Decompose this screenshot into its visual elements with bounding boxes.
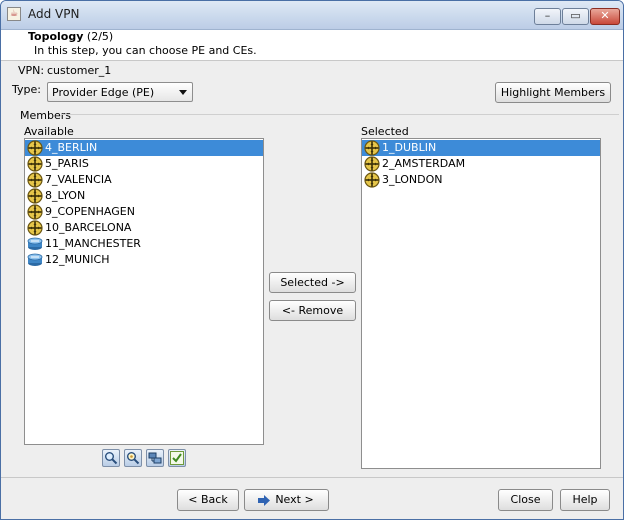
list-item-label: 5_PARIS — [45, 157, 89, 170]
pe-router-icon — [27, 156, 43, 172]
step-title: Topology (2/5) — [28, 30, 114, 43]
step-description: In this step, you can choose PE and CEs. — [34, 44, 257, 57]
pe-router-icon — [27, 188, 43, 204]
list-item[interactable]: 10_BARCELONA — [25, 220, 263, 236]
next-button[interactable]: Next > — [244, 489, 329, 511]
ce-router-icon — [27, 236, 43, 252]
list-item-label: 1_DUBLIN — [382, 141, 437, 154]
list-item-label: 7_VALENCIA — [45, 173, 112, 186]
pe-router-icon — [364, 140, 380, 156]
back-button[interactable]: < Back — [177, 489, 239, 511]
type-label: Type: — [12, 83, 41, 96]
maximize-button[interactable]: ▭ — [562, 8, 589, 25]
java-app-icon: ☕ — [7, 7, 21, 21]
selected-label: Selected — [361, 125, 409, 138]
list-item[interactable]: 8_LYON — [25, 188, 263, 204]
find-icon[interactable] — [102, 449, 120, 467]
list-item[interactable]: 12_MUNICH — [25, 252, 263, 268]
list-item-label: 12_MUNICH — [45, 253, 110, 266]
list-item-label: 3_LONDON — [382, 173, 443, 186]
list-item[interactable]: 7_VALENCIA — [25, 172, 263, 188]
next-button-label: Next > — [275, 493, 314, 506]
members-divider — [61, 114, 619, 115]
type-select[interactable]: Provider Edge (PE) — [47, 82, 193, 102]
footer-divider — [1, 477, 623, 478]
wizard-header: Topology (2/5) In this step, you can cho… — [1, 30, 623, 61]
add-selected-button[interactable]: Selected -> — [269, 272, 356, 293]
list-item-label: 10_BARCELONA — [45, 221, 132, 234]
pe-router-icon — [27, 204, 43, 220]
members-group-label: Members — [20, 109, 71, 122]
list-item-label: 2_AMSTERDAM — [382, 157, 466, 170]
available-list[interactable]: 4_BERLIN 5_PARIS 7_VALENCIA 8_LYON 9_COPENHA… — [24, 138, 264, 445]
list-item[interactable]: 3_LONDON — [362, 172, 600, 188]
selected-list[interactable]: 1_DUBLIN 2_AMSTERDAM 3_LONDON — [361, 138, 601, 469]
title-bar[interactable]: ☕ Add VPN – ▭ ✕ — [1, 1, 623, 30]
list-item[interactable]: 2_AMSTERDAM — [362, 156, 600, 172]
list-item-label: 8_LYON — [45, 189, 86, 202]
list-item[interactable]: 1_DUBLIN — [362, 140, 600, 156]
pe-router-icon — [364, 156, 380, 172]
pe-router-icon — [27, 220, 43, 236]
check-icon[interactable] — [168, 449, 186, 467]
list-item-label: 11_MANCHESTER — [45, 237, 141, 250]
network-icon[interactable] — [146, 449, 164, 467]
list-item-label: 9_COPENHAGEN — [45, 205, 135, 218]
highlight-members-button[interactable]: Highlight Members — [495, 82, 611, 103]
list-item[interactable]: 5_PARIS — [25, 156, 263, 172]
close-button[interactable]: Close — [498, 489, 553, 511]
ce-router-icon — [27, 252, 43, 268]
close-window-button[interactable]: ✕ — [590, 8, 620, 25]
type-select-value: Provider Edge (PE) — [52, 86, 155, 99]
list-item[interactable]: 9_COPENHAGEN — [25, 204, 263, 220]
vpn-value: customer_1 — [47, 64, 112, 77]
help-button[interactable]: Help — [560, 489, 610, 511]
remove-button[interactable]: <- Remove — [269, 300, 356, 321]
pe-router-icon — [27, 140, 43, 156]
find-node-icon[interactable] — [124, 449, 142, 467]
window-title: Add VPN — [28, 7, 80, 21]
step-counter: (2/5) — [86, 30, 114, 43]
add-vpn-window: ☕ Add VPN – ▭ ✕ Topology (2/5) In this s… — [0, 0, 624, 520]
list-item[interactable]: 11_MANCHESTER — [25, 236, 263, 252]
minimize-button[interactable]: – — [534, 8, 561, 25]
vpn-label: VPN: — [18, 64, 45, 77]
arrow-right-icon — [258, 495, 270, 506]
pe-router-icon — [27, 172, 43, 188]
chevron-down-icon — [179, 90, 187, 95]
pe-router-icon — [364, 172, 380, 188]
list-item-label: 4_BERLIN — [45, 141, 98, 154]
available-label: Available — [24, 125, 74, 138]
list-item[interactable]: 4_BERLIN — [25, 140, 263, 156]
